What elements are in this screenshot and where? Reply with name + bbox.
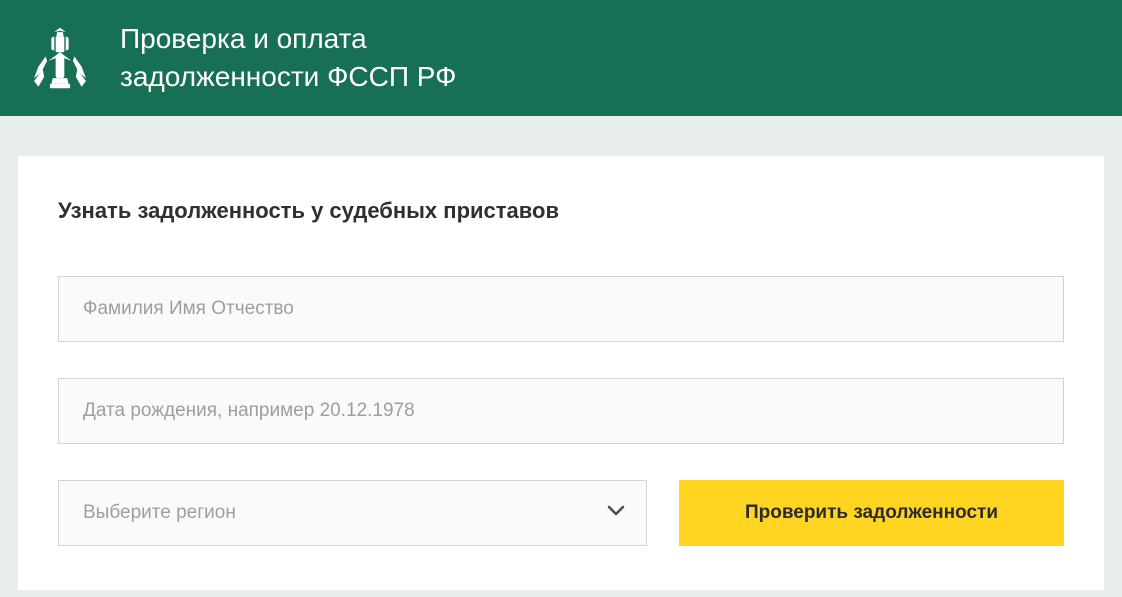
form-bottom-row: Выберите регион Проверить задолженности (58, 480, 1064, 546)
header-title: Проверка и оплата задолженности ФССП РФ (120, 20, 456, 96)
birthdate-input[interactable] (58, 378, 1064, 444)
fullname-input[interactable] (58, 276, 1064, 342)
card-title: Узнать задолженность у судебных приставо… (58, 198, 1064, 224)
page-header: Проверка и оплата задолженности ФССП РФ (0, 0, 1122, 116)
fssp-logo-icon (24, 22, 96, 94)
check-debts-button[interactable]: Проверить задолженности (679, 480, 1064, 546)
search-card: Узнать задолженность у судебных приставо… (18, 156, 1104, 590)
header-title-line2: задолженности ФССП РФ (120, 61, 456, 92)
header-title-line1: Проверка и оплата (120, 23, 367, 54)
region-select-wrapper: Выберите регион (58, 480, 647, 546)
region-select[interactable]: Выберите регион (58, 480, 647, 546)
